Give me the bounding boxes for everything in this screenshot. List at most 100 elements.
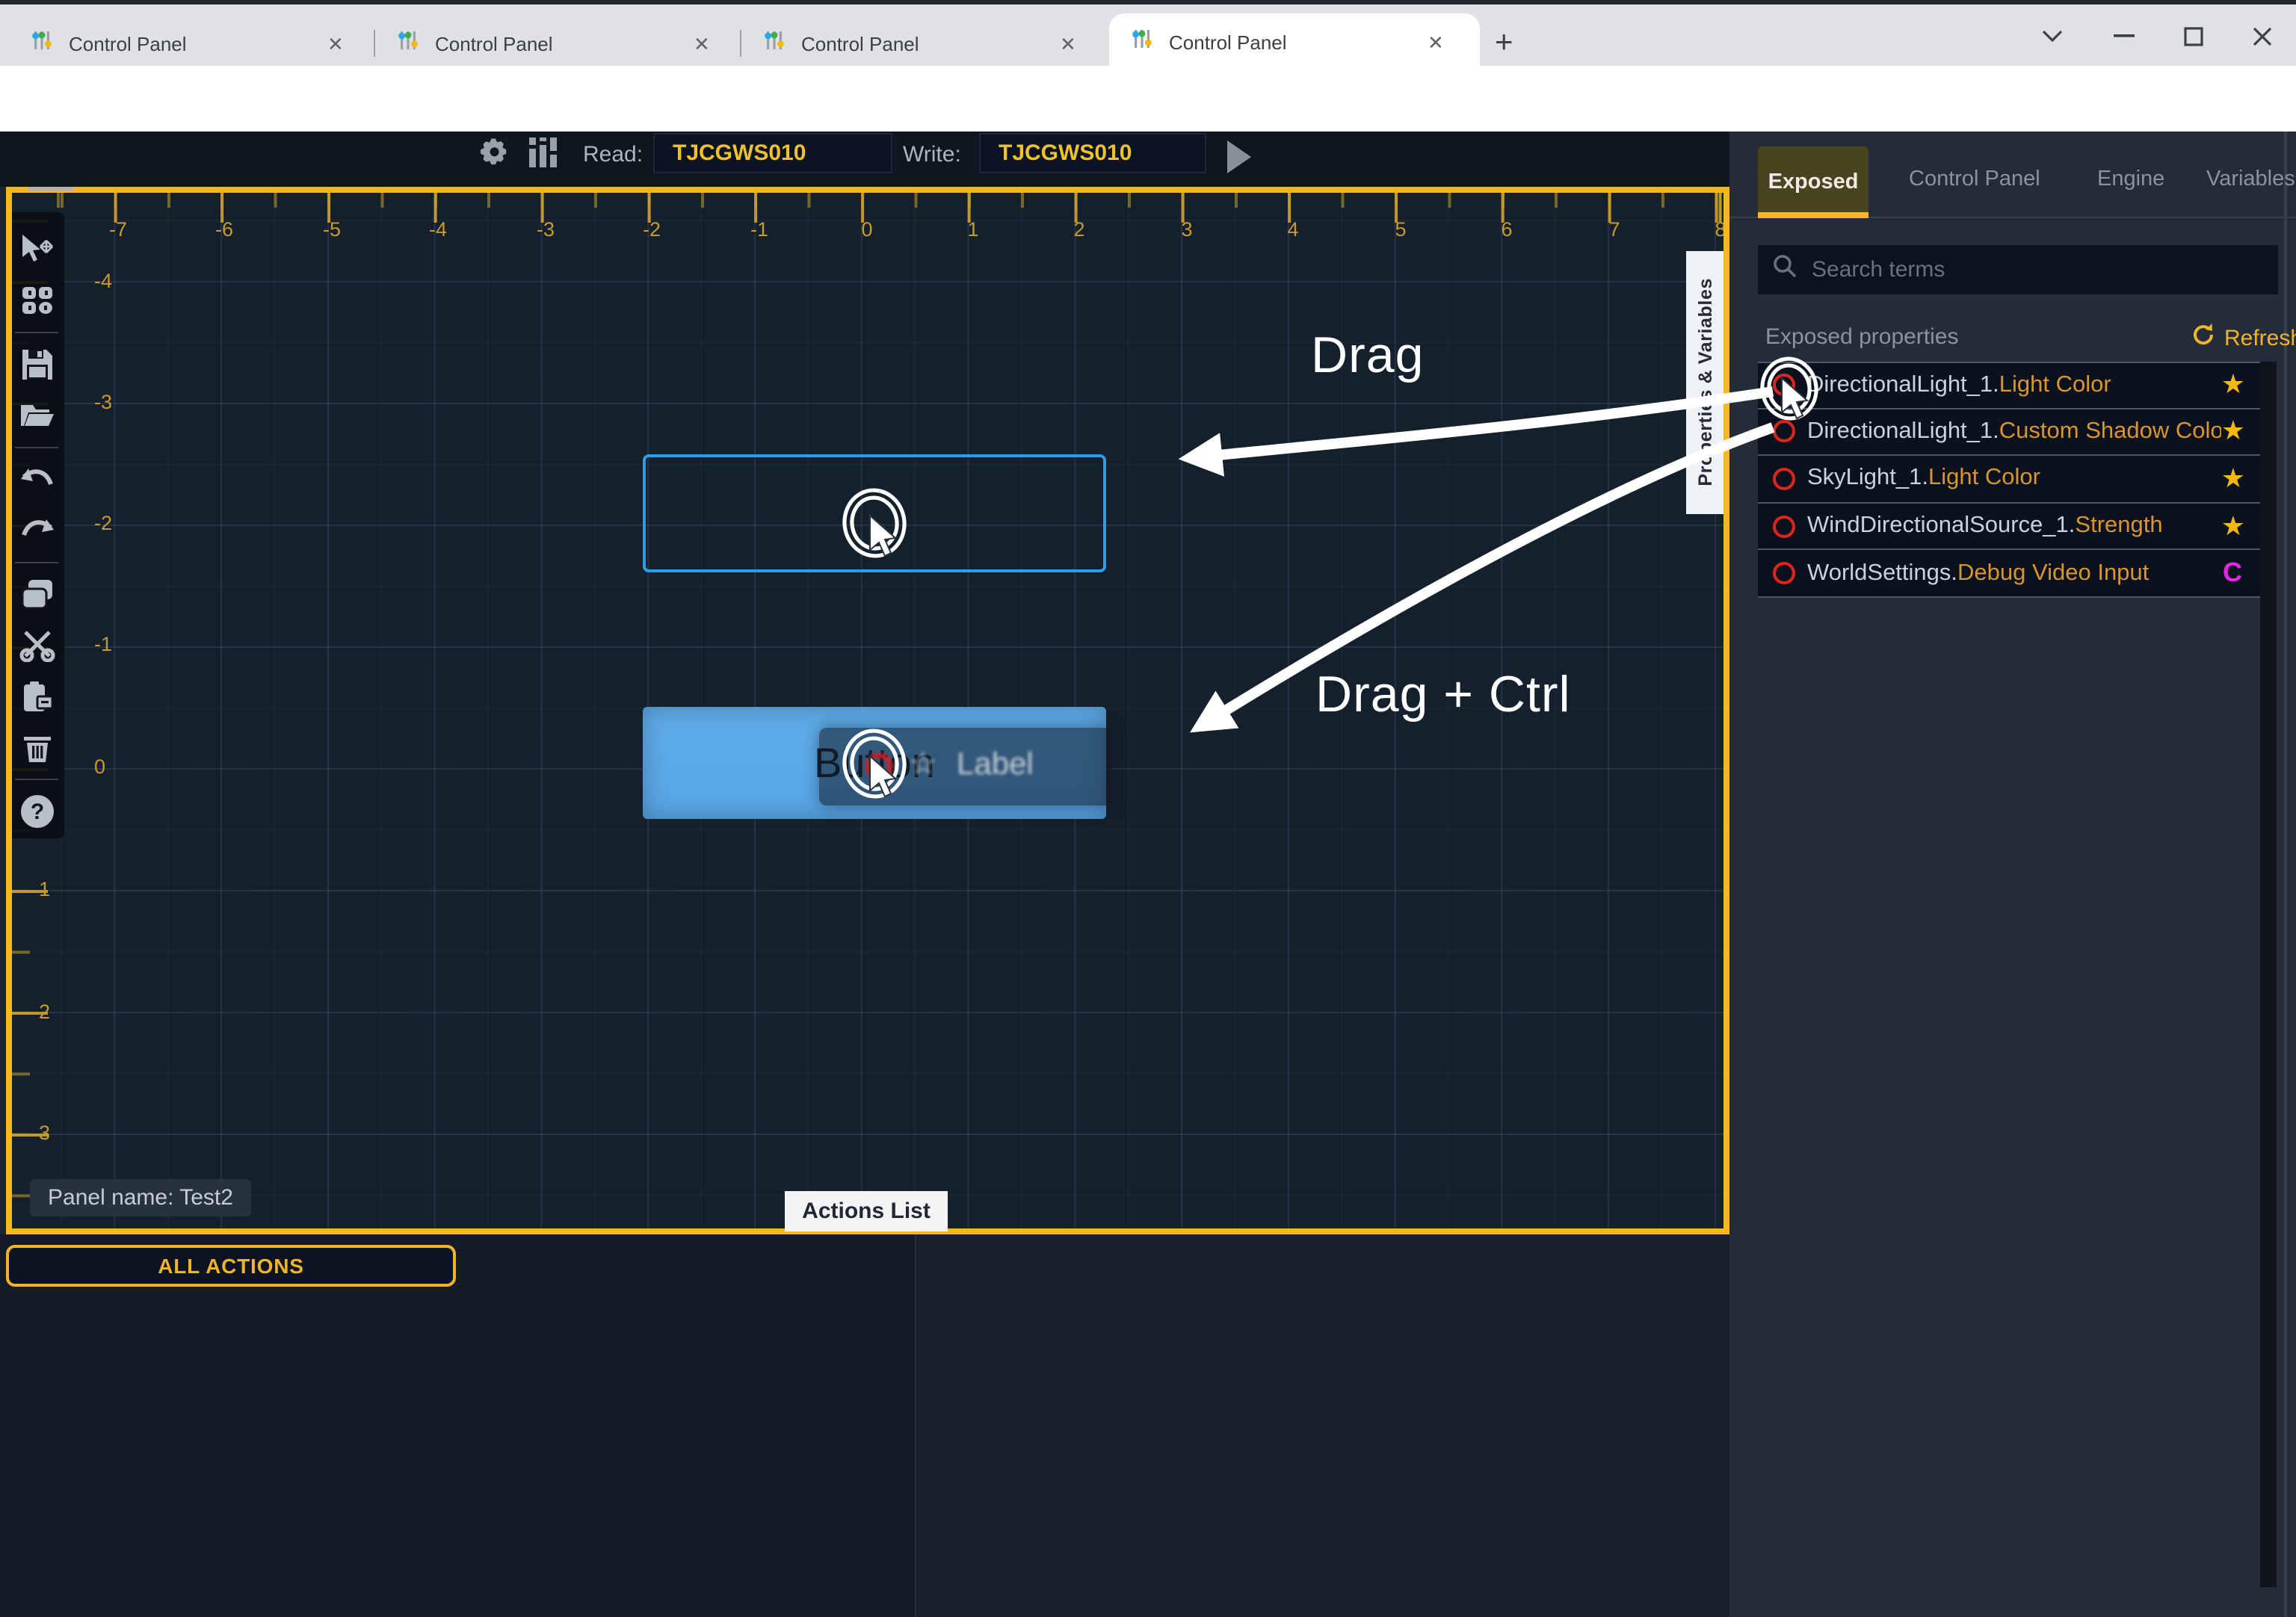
ruler-x-label: 6 [1501, 218, 1512, 241]
browser-tab-2[interactable]: Control Panel ✕ [378, 18, 737, 70]
tab-engine[interactable]: Engine [2097, 167, 2164, 191]
ruler-y-label: 2 [39, 1001, 50, 1023]
refresh-icon [2191, 323, 2215, 353]
tab-title: Control Panel [69, 33, 315, 55]
ruler-x-label: -1 [750, 218, 768, 241]
favorite-star-icon[interactable]: ★ [2221, 510, 2245, 542]
write-label: Write: [903, 142, 961, 167]
annotation-drag-ctrl: Drag + Ctrl [1315, 667, 1571, 725]
tab-favicon-sliders-icon [762, 28, 786, 60]
toolbar-divider [15, 447, 58, 448]
window-close-button[interactable] [2239, 16, 2284, 55]
tab-control-panel[interactable]: Control Panel [1909, 167, 2040, 191]
browser-tab-strip: Control Panel ✕ Control Panel ✕ Control … [0, 4, 2296, 66]
delete-trash-icon[interactable] [19, 729, 55, 765]
layout-columns-icon[interactable] [523, 133, 562, 179]
canvas-toolbar: ? [9, 212, 64, 838]
composite-badge[interactable]: C [2223, 557, 2242, 589]
tab-close-icon[interactable]: ✕ [327, 34, 344, 54]
favorite-star-icon[interactable]: ★ [2221, 370, 2245, 401]
ruler-x-label: 7 [1608, 218, 1620, 241]
ruler-x-label: 8 [1715, 218, 1726, 241]
ghost-label-text: Label [957, 747, 1034, 783]
undo-icon[interactable] [19, 462, 55, 498]
window-maximize-button[interactable] [2170, 16, 2215, 55]
read-label: Read: [583, 142, 643, 167]
ruler-x-label: -5 [323, 218, 341, 241]
tab-title: Control Panel [1169, 31, 1416, 53]
browser-tab-4-active[interactable]: Control Panel ✕ [1109, 13, 1480, 70]
ruler-x-label: 5 [1395, 218, 1406, 241]
red-ring-icon[interactable] [1773, 562, 1795, 584]
annotation-drag: Drag [1311, 327, 1424, 386]
write-machine-field[interactable]: TJCGWS010 [979, 133, 1206, 173]
cut-icon[interactable] [19, 628, 55, 664]
new-tab-button[interactable]: + [1495, 25, 1513, 61]
browser-tab-1[interactable]: Control Panel ✕ [12, 18, 371, 70]
ruler-origin-mark [28, 187, 73, 191]
ghost-star-icon: ☆ [909, 746, 937, 783]
search-box[interactable] [1758, 245, 2278, 294]
property-row[interactable]: SkyLight_1.Light Color ★ [1758, 456, 2260, 503]
tab-variables[interactable]: Variables [2206, 167, 2295, 191]
all-actions-button[interactable]: ALL ACTIONS [6, 1245, 456, 1287]
browser-tab-3[interactable]: Control Panel ✕ [744, 18, 1103, 70]
property-row[interactable]: WorldSettings.Debug Video Input C [1758, 551, 2260, 598]
play-button[interactable] [1227, 140, 1251, 173]
red-ring-icon[interactable] [1773, 421, 1795, 443]
tab-separator [740, 30, 741, 57]
panel-scrollbar-track[interactable] [2260, 362, 2277, 1587]
panel-right-edge [2284, 132, 2287, 1617]
help-icon[interactable]: ? [19, 794, 55, 829]
svg-text:?: ? [30, 800, 43, 824]
window-chevron-icon[interactable] [2030, 16, 2075, 55]
settings-gear-icon[interactable] [475, 135, 514, 181]
property-row[interactable]: DirectionalLight_1.Custom Shadow Color ★ [1758, 409, 2260, 456]
search-icon [1773, 254, 1797, 285]
search-input[interactable] [1809, 256, 2242, 284]
red-ring-icon[interactable] [1773, 374, 1795, 397]
window-minimize-button[interactable] [2102, 16, 2147, 55]
ruler-y-label: -2 [94, 512, 112, 534]
tab-title: Control Panel [801, 33, 1048, 55]
tab-close-icon[interactable]: ✕ [1428, 32, 1444, 52]
drag-ghost: ☆ Label [819, 728, 1112, 806]
read-machine-field[interactable]: TJCGWS010 [653, 133, 892, 173]
tab-close-icon[interactable]: ✕ [1060, 34, 1076, 54]
tab-exposed[interactable]: Exposed [1758, 146, 1868, 218]
favorite-star-icon[interactable]: ★ [2221, 416, 2245, 448]
browser-nav-bar: Not secure 172.28.96.1:16211/#edit-VGVzd… [0, 66, 2296, 132]
save-icon[interactable] [19, 347, 55, 383]
selected-widget-outline[interactable] [643, 454, 1106, 572]
toolbar-divider [15, 779, 58, 780]
bottom-panel-divider [915, 1234, 916, 1617]
exposed-properties-list: DirectionalLight_1.Light Color ★ Directi… [1758, 362, 2260, 598]
red-ring-icon[interactable] [1773, 468, 1795, 490]
actions-panel-background [0, 1234, 915, 1617]
tab-favicon-sliders-icon [30, 28, 54, 60]
section-title: Exposed properties [1765, 324, 1959, 350]
ruler-y-label: 3 [39, 1122, 50, 1144]
ruler-y-label: -1 [94, 633, 112, 655]
ruler-x-label: 2 [1073, 218, 1084, 241]
property-row[interactable]: DirectionalLight_1.Light Color ★ [1758, 362, 2260, 409]
open-folder-icon[interactable] [19, 398, 55, 433]
widgets-icon[interactable] [19, 282, 55, 318]
paste-icon[interactable] [19, 678, 55, 714]
panel-name-badge: Panel name: Test2 [30, 1179, 251, 1216]
copy-icon[interactable] [19, 577, 55, 613]
property-row[interactable]: WindDirectionalSource_1.Strength ★ [1758, 504, 2260, 551]
properties-variables-side-tab[interactable]: Properties & Variables [1686, 251, 1723, 514]
actions-list-tab[interactable]: Actions List [785, 1191, 948, 1231]
ruler-x-label: -4 [429, 218, 447, 241]
tab-close-icon[interactable]: ✕ [694, 34, 710, 54]
red-ring-icon[interactable] [1773, 515, 1795, 537]
refresh-button[interactable]: Refresh [2191, 323, 2296, 353]
ruler-x-label: -6 [215, 218, 233, 241]
ruler-x-label: 4 [1287, 218, 1298, 241]
redo-icon[interactable] [19, 513, 55, 548]
favorite-star-icon[interactable]: ★ [2221, 463, 2245, 495]
tab-favicon-sliders-icon [396, 28, 420, 60]
select-move-tool-icon[interactable] [19, 232, 55, 268]
ruler-x-label: -3 [537, 218, 555, 241]
